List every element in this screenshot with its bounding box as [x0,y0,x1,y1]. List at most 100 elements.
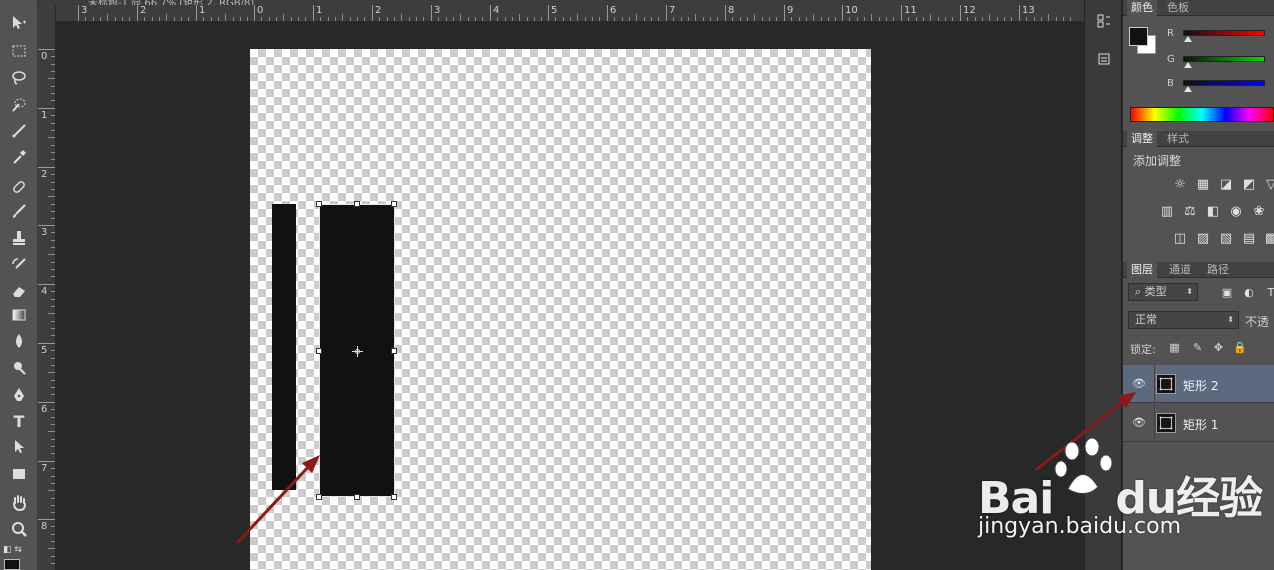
visibility-eye-icon[interactable]: 👁 [1132,377,1146,391]
blue-slider[interactable] [1183,80,1265,86]
hue-saturation-icon[interactable]: ▥ [1159,204,1175,220]
vibrance-icon[interactable]: ▽ [1263,177,1274,193]
transform-handle-top[interactable] [354,201,360,207]
rectangle-1-shape[interactable] [272,204,296,490]
layer-name[interactable]: 矩形 1 [1183,416,1218,433]
hand-tool-icon[interactable] [7,492,31,514]
red-slider[interactable] [1183,30,1265,36]
tab-channels[interactable]: 通道 [1165,262,1195,278]
color-spectrum[interactable] [1130,107,1274,122]
tab-swatches[interactable]: 色板 [1163,0,1193,16]
type-tool-icon[interactable]: T [7,410,31,432]
tab-color[interactable]: 颜色 [1127,0,1157,16]
dodge-tool-icon[interactable] [7,357,31,379]
ruler-minor-tick [342,14,343,21]
transform-handle-top-right[interactable] [391,201,397,207]
chevron-updown-icon: ⬍ [1227,315,1234,324]
gradient-tool-icon[interactable] [7,304,31,326]
green-slider-thumb[interactable] [1184,62,1192,68]
pen-tool-icon[interactable] [7,384,31,406]
ruler-minor-tick [85,17,86,21]
foreground-color-swatch[interactable] [4,559,20,570]
history-panel-icon[interactable] [1093,10,1115,32]
tab-styles[interactable]: 样式 [1163,131,1193,147]
photo-filter-icon[interactable]: ◉ [1228,204,1244,220]
green-slider[interactable] [1183,56,1265,62]
gradient-map-icon[interactable]: ▤ [1241,231,1257,247]
ruler-minor-tick [555,17,556,21]
blue-slider-thumb[interactable] [1184,86,1192,92]
ruler-minor-tick [48,254,55,255]
channel-mixer-icon[interactable]: ❀ [1251,204,1267,220]
swap-colors-icon[interactable]: ◧ ⇆ [3,545,22,555]
color-balance-icon[interactable]: ⚖ [1182,204,1198,220]
tab-layers[interactable]: 图层 [1127,262,1157,278]
levels-icon[interactable]: ▦ [1195,177,1211,193]
ruler-minor-tick [51,526,55,527]
marquee-tool-icon[interactable] [7,40,31,62]
ruler-minor-tick [51,240,55,241]
lasso-tool-icon[interactable] [7,67,31,89]
history-brush-tool-icon[interactable] [7,254,31,276]
eraser-tool-icon[interactable] [7,280,31,302]
move-tool-icon[interactable] [7,12,31,34]
exposure-icon[interactable]: ◩ [1241,177,1257,193]
clone-stamp-tool-icon[interactable] [7,227,31,249]
ruler-tick-label: 11 [904,5,917,16]
curves-icon[interactable]: ◪ [1218,177,1234,193]
invert-icon[interactable]: ◫ [1172,231,1188,247]
black-white-icon[interactable]: ◧ [1205,204,1221,220]
transform-handle-right[interactable] [391,348,397,354]
layer-name[interactable]: 矩形 2 [1183,377,1218,394]
ruler-minor-tick [335,17,336,21]
ruler-minor-tick [592,17,593,21]
ruler-minor-tick [211,17,212,21]
quick-select-tool-icon[interactable] [7,93,31,115]
transform-handle-bottom-left[interactable] [316,494,322,500]
layer-row-rectangle-2[interactable]: 👁 矩形 2 [1123,365,1274,403]
lock-all-icon[interactable]: 🔒 [1233,341,1247,354]
crop-tool-icon[interactable] [7,120,31,142]
layer-filter-select[interactable]: ⌕ 类型 ⬍ [1128,283,1198,301]
ruler-minor-tick [350,17,351,21]
zoom-tool-icon[interactable] [7,518,31,540]
blur-tool-icon[interactable] [7,330,31,352]
ruler-tick-label: 0 [257,5,264,16]
ruler-minor-tick [527,17,528,21]
lock-transparent-pixels-icon[interactable]: ▦ [1168,341,1181,354]
red-slider-thumb[interactable] [1184,36,1192,42]
ruler-minor-tick [585,17,586,21]
lock-image-pixels-icon[interactable]: ✎ [1191,341,1204,354]
visibility-eye-icon[interactable]: 👁 [1132,416,1146,430]
brightness-contrast-icon[interactable]: ☼ [1172,177,1188,193]
threshold-icon[interactable]: ▧ [1218,231,1234,247]
path-select-tool-icon[interactable] [7,436,31,458]
transform-center-point-icon[interactable] [352,346,363,357]
posterize-icon[interactable]: ▨ [1195,231,1211,247]
ruler-major-tick [78,5,79,21]
lock-position-icon[interactable]: ✥ [1212,341,1225,354]
foreground-color[interactable] [1129,27,1148,46]
ruler-minor-tick [51,476,55,477]
brush-tool-icon[interactable] [7,200,31,222]
healing-brush-tool-icon[interactable] [7,176,31,198]
transform-handle-bottom-right[interactable] [391,494,397,500]
ruler-minor-tick [482,17,483,21]
eyedropper-tool-icon[interactable] [7,146,31,168]
ruler-major-tick [548,5,549,21]
filter-image-icon[interactable]: ▣ [1219,285,1235,301]
transform-handle-bottom[interactable] [354,494,360,500]
tab-adjustments[interactable]: 调整 [1127,131,1157,147]
tab-paths[interactable]: 路径 [1203,262,1233,278]
rectangle-tool-icon[interactable] [7,463,31,485]
transform-handle-left[interactable] [316,348,322,354]
transform-handle-top-left[interactable] [316,201,322,207]
filter-adjustment-icon[interactable]: ◐ [1241,285,1257,301]
selective-color-icon[interactable]: ▩ [1263,231,1274,247]
ruler-major-tick [666,5,667,21]
properties-panel-icon[interactable] [1093,48,1115,70]
filter-type-icon[interactable]: T [1263,285,1274,301]
layer-row-rectangle-1[interactable]: 👁 矩形 1 [1123,404,1274,442]
blend-mode-select[interactable]: 正常 ⬍ [1128,311,1239,329]
ruler-minor-tick [703,17,704,21]
